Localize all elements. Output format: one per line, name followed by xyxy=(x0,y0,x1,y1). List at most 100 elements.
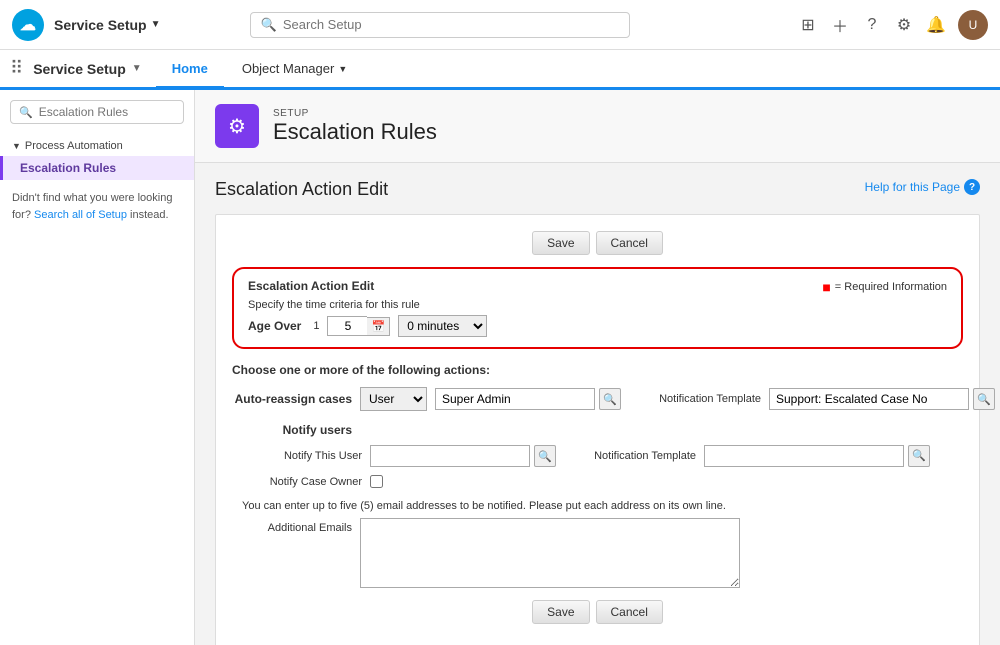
top-nav: ☁ Service Setup ▼ 🔍 ⊞ ＋ ? ⚙ 🔔 U xyxy=(0,0,1000,50)
page-header-text: SETUP Escalation Rules xyxy=(273,108,437,145)
help-question-icon: ? xyxy=(964,179,980,195)
main-layout: 🔍 ▼ Process Automation Escalation Rules … xyxy=(0,90,1000,645)
required-info-label: = Required Information xyxy=(835,281,947,293)
auto-reassign-label: Auto-reassign cases xyxy=(232,392,352,406)
sidebar-help-after: instead. xyxy=(130,209,169,221)
salesforce-logo[interactable]: ☁ xyxy=(12,9,44,41)
app-name-label: Service Setup xyxy=(54,17,147,33)
sidebar-section-process-automation[interactable]: ▼ Process Automation xyxy=(0,134,194,156)
notify-users-label: Notify users xyxy=(232,423,352,437)
sidebar-search: 🔍 xyxy=(10,100,184,124)
tab-home[interactable]: Home xyxy=(156,51,224,89)
auto-reassign-template-input[interactable] xyxy=(769,388,969,410)
setup-label: SETUP xyxy=(273,108,437,119)
sidebar-help-link[interactable]: Search all of Setup xyxy=(34,209,127,221)
search-bar: 🔍 xyxy=(250,12,630,38)
tab-home-label: Home xyxy=(172,61,208,76)
escalation-box: Escalation Action Edit Specify the time … xyxy=(232,267,963,349)
criteria-row: Age Over 1 📅 0 minutes 30 minutes 1 hour xyxy=(248,315,487,337)
notify-this-user-label: Notify This User xyxy=(242,450,362,462)
sidebar-search-input[interactable] xyxy=(39,105,175,119)
escalation-box-title: Escalation Action Edit xyxy=(248,279,487,293)
notify-case-owner-label: Notify Case Owner xyxy=(242,476,362,488)
secondary-chevron-icon[interactable]: ▼ xyxy=(132,63,142,74)
auto-reassign-template-group: 🔍 xyxy=(769,388,995,410)
age-over-number: 1 xyxy=(313,320,319,332)
notify-users-section: Notify users Notify This User 🔍 xyxy=(232,423,963,488)
notify-this-user-input[interactable] xyxy=(370,445,530,467)
auto-reassign-section: Auto-reassign cases User Queue 🔍 N xyxy=(232,387,963,411)
app-name-area[interactable]: Service Setup ▼ xyxy=(54,17,161,33)
bottom-button-row: Save Cancel xyxy=(232,600,963,624)
sidebar-item-escalation-rules[interactable]: Escalation Rules xyxy=(0,156,194,180)
page-header: ⚙ SETUP Escalation Rules xyxy=(195,90,1000,163)
secondary-nav: ⠿ Service Setup ▼ Home Object Manager ▼ xyxy=(0,50,1000,90)
notify-this-user-group: 🔍 xyxy=(370,445,556,467)
settings-icon[interactable]: ⚙ xyxy=(894,15,914,35)
notify-case-owner-checkbox[interactable] xyxy=(370,475,383,488)
page-header-icon: ⚙ xyxy=(215,104,259,148)
sidebar-search-icon: 🔍 xyxy=(19,106,33,119)
user-input[interactable] xyxy=(435,388,595,410)
age-over-label: Age Over xyxy=(248,319,301,333)
grid-icon[interactable]: ⊞ xyxy=(798,15,818,35)
notify-notification-label: Notification Template xyxy=(576,450,696,462)
sidebar-item-escalation-rules-label: Escalation Rules xyxy=(20,161,116,175)
notify-users-left: Notify users Notify This User 🔍 xyxy=(232,423,556,488)
user-type-select[interactable]: User Queue xyxy=(360,387,427,411)
criteria-sub-label: Specify the time criteria for this rule xyxy=(248,299,487,311)
help-link[interactable]: Help for this Page ? xyxy=(865,179,980,195)
search-icon: 🔍 xyxy=(261,17,277,33)
help-icon[interactable]: ? xyxy=(862,15,882,35)
main-content: ⚙ SETUP Escalation Rules Help for this P… xyxy=(195,90,1000,645)
actions-label: Choose one or more of the following acti… xyxy=(232,363,963,377)
form-container: Save Cancel Escalation Action Edit Speci… xyxy=(215,214,980,645)
app-chevron-icon: ▼ xyxy=(151,19,161,30)
bottom-save-button[interactable]: Save xyxy=(532,600,589,624)
notify-template-lookup-icon[interactable]: 🔍 xyxy=(908,445,930,467)
avatar[interactable]: U xyxy=(958,10,988,40)
top-button-row: Save Cancel xyxy=(232,231,963,255)
age-over-input[interactable] xyxy=(327,316,367,336)
additional-emails-label: Additional Emails xyxy=(232,522,352,534)
additional-emails-textarea[interactable] xyxy=(360,518,740,588)
user-input-group: 🔍 xyxy=(435,388,621,410)
auto-reassign-left: Auto-reassign cases User Queue 🔍 xyxy=(232,387,621,411)
object-manager-chevron-icon: ▼ xyxy=(338,64,347,74)
notify-this-user-lookup-icon[interactable]: 🔍 xyxy=(534,445,556,467)
notify-template-group: 🔍 xyxy=(704,445,930,467)
auto-reassign-notification-label: Notification Template xyxy=(641,393,761,405)
page-title: Escalation Rules xyxy=(273,119,437,145)
required-info: ■ = Required Information xyxy=(822,279,947,295)
notify-users-row: Notify users Notify This User 🔍 xyxy=(232,423,963,488)
auto-reassign-right: Notification Template 🔍 xyxy=(641,388,995,410)
bell-icon[interactable]: 🔔 xyxy=(926,15,946,35)
email-row: Additional Emails xyxy=(232,518,963,588)
plus-icon[interactable]: ＋ xyxy=(830,15,850,35)
notify-template-input[interactable] xyxy=(704,445,904,467)
tab-object-manager[interactable]: Object Manager ▼ xyxy=(226,51,363,89)
auto-reassign-row: Auto-reassign cases User Queue 🔍 N xyxy=(232,387,963,411)
age-over-input-group: 📅 xyxy=(327,316,390,336)
content-area: Help for this Page ? Escalation Action E… xyxy=(195,163,1000,645)
auto-reassign-template-lookup-icon[interactable]: 🔍 xyxy=(973,388,995,410)
sidebar-help: Didn't find what you were looking for? S… xyxy=(0,180,194,233)
additional-emails-section: You can enter up to five (5) email addre… xyxy=(232,500,963,588)
age-over-calendar-icon[interactable]: 📅 xyxy=(367,317,390,336)
top-save-button[interactable]: Save xyxy=(532,231,589,255)
sidebar-section-label-text: Process Automation xyxy=(25,140,123,152)
bottom-cancel-button[interactable]: Cancel xyxy=(596,600,663,624)
top-cancel-button[interactable]: Cancel xyxy=(596,231,663,255)
apps-icon[interactable]: ⠿ xyxy=(10,58,23,79)
search-input[interactable] xyxy=(283,17,619,32)
required-star: ■ xyxy=(822,279,830,295)
notify-users-right: Notification Template 🔍 xyxy=(576,445,930,467)
user-lookup-icon[interactable]: 🔍 xyxy=(599,388,621,410)
help-link-label: Help for this Page xyxy=(865,180,960,194)
sidebar: 🔍 ▼ Process Automation Escalation Rules … xyxy=(0,90,195,645)
top-nav-right: ⊞ ＋ ? ⚙ 🔔 U xyxy=(798,10,988,40)
minutes-select[interactable]: 0 minutes 30 minutes 1 hour 2 hours 4 ho… xyxy=(398,315,487,337)
tab-object-manager-label: Object Manager xyxy=(242,61,335,76)
secondary-app-name: Service Setup xyxy=(33,61,126,77)
email-note: You can enter up to five (5) email addre… xyxy=(242,500,963,512)
